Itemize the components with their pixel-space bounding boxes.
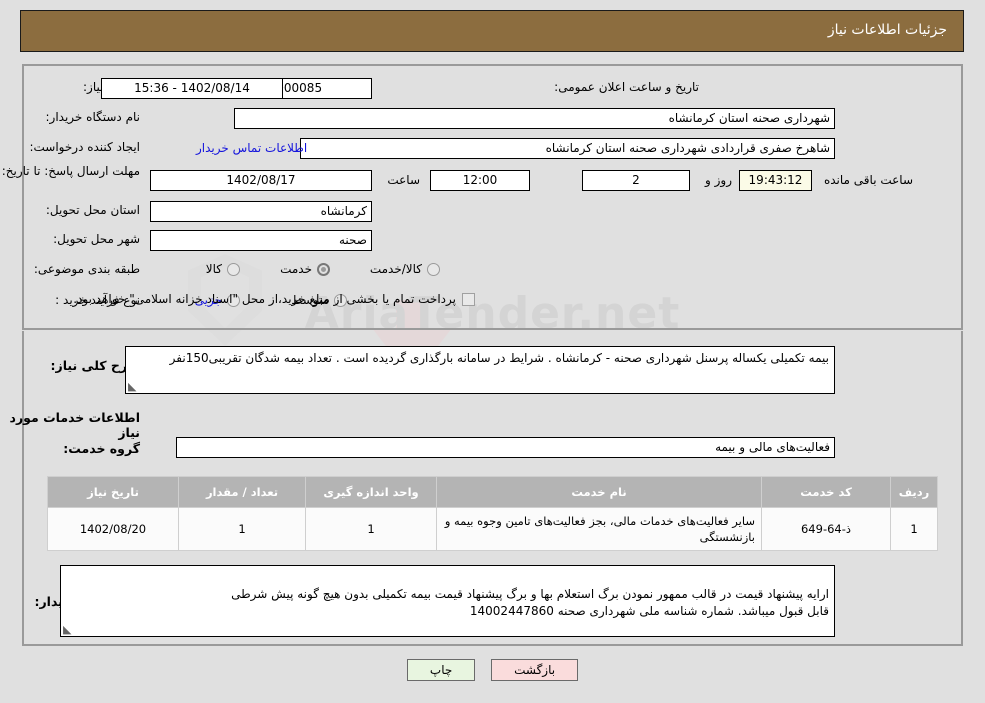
province-field: کرمانشاه xyxy=(150,201,372,222)
category-option-kala-khedmat[interactable]: کالا/خدمت xyxy=(370,262,440,276)
page-title: جزئیات اطلاعات نیاز xyxy=(827,22,947,38)
category-option-kala[interactable]: کالا xyxy=(206,262,240,276)
cell-date: 1402/08/20 xyxy=(47,507,179,551)
summary-textarea[interactable]: بیمه تکمیلی یکساله پرسنل شهرداری صحنه - … xyxy=(125,346,835,394)
city-field: صحنه xyxy=(150,230,372,251)
service-group-label: گروه خدمت: xyxy=(63,441,140,456)
col-code: کد خدمت xyxy=(761,476,891,508)
countdown-timer: 19:43:12 xyxy=(739,170,812,191)
deadline-date-field: 1402/08/17 xyxy=(150,170,372,191)
treasury-payment-checkbox-group[interactable]: پرداخت تمام یا بخشی از مبلغ خرید،از محل … xyxy=(73,292,475,306)
radio-kala-khedmat-icon[interactable] xyxy=(427,262,440,276)
buyer-org-row: نام دستگاه خریدار: xyxy=(46,110,141,124)
province-label: استان محل تحویل: xyxy=(45,203,140,217)
deadline-time-field: 12:00 xyxy=(430,170,530,191)
col-name: نام خدمت xyxy=(436,476,762,508)
deadline-label: مهلت ارسال پاسخ: تا تاریخ: xyxy=(1,164,140,178)
cell-index: 1 xyxy=(890,507,938,551)
services-section-title: اطلاعات خدمات مورد نیاز xyxy=(9,410,140,440)
print-button[interactable]: چاپ xyxy=(406,659,476,681)
cell-quantity: 1 xyxy=(178,507,306,551)
announce-date-row: تاریخ و ساعت اعلان عمومی: xyxy=(554,80,699,94)
page-header-bar: جزئیات اطلاعات نیاز xyxy=(20,10,964,52)
creator-label: ایجاد کننده درخواست: xyxy=(29,140,140,154)
announce-date-field: 1402/08/14 - 15:36 xyxy=(101,78,283,99)
service-group-field: فعالیت‌های مالی و بیمه xyxy=(176,437,835,458)
remaining-days-field: 2 xyxy=(582,170,690,191)
announce-date-label: تاریخ و ساعت اعلان عمومی: xyxy=(554,80,699,94)
action-button-row: بازگشت چاپ xyxy=(0,659,985,681)
col-date: تاریخ نیاز xyxy=(47,476,179,508)
buyer-notes-textarea[interactable]: ارایه پیشنهاد قیمت در قالب ممهور نمودن ب… xyxy=(60,565,835,637)
cell-unit: 1 xyxy=(305,507,437,551)
radio-khedmat-icon[interactable] xyxy=(317,262,330,276)
city-row: شهر محل تحویل: xyxy=(53,232,140,246)
treasury-payment-label: پرداخت تمام یا بخشی از مبلغ خرید،از محل … xyxy=(73,292,456,306)
back-button[interactable]: بازگشت xyxy=(491,659,579,681)
countdown-label: ساعت باقی مانده xyxy=(823,173,913,187)
category-label: طبقه بندی موضوعی: xyxy=(33,262,140,276)
city-label: شهر محل تحویل: xyxy=(53,232,140,246)
treasury-payment-checkbox-icon[interactable] xyxy=(462,292,475,306)
col-unit: واحد اندازه گیری xyxy=(305,476,437,508)
creator-field: شاهرخ صفری قراردادی شهرداری صحنه استان ک… xyxy=(300,138,835,159)
services-table: ردیف کد خدمت نام خدمت واحد اندازه گیری ت… xyxy=(47,476,938,551)
category-option-khedmat[interactable]: خدمت xyxy=(280,262,330,276)
summary-text: بیمه تکمیلی یکساله پرسنل شهرداری صحنه - … xyxy=(169,351,829,365)
creator-row: ایجاد کننده درخواست: xyxy=(29,140,140,154)
table-header-row: ردیف کد خدمت نام خدمت واحد اندازه گیری ت… xyxy=(47,476,938,508)
buyer-contact-link[interactable]: اطلاعات تماس خریدار xyxy=(196,141,307,155)
radio-kala-icon[interactable] xyxy=(227,262,240,276)
buyer-org-field: شهرداری صحنه استان کرمانشاه xyxy=(234,108,835,129)
cell-name: سایر فعالیت‌های خدمات مالی، بجز فعالیت‌ه… xyxy=(436,507,762,551)
days-label: روز و xyxy=(705,173,732,187)
buyer-org-label: نام دستگاه خریدار: xyxy=(45,110,141,124)
resize-grip-icon[interactable]: ◢ xyxy=(128,380,138,393)
table-row: 1 ذ-64-649 سایر فعالیت‌های خدمات مالی، ب… xyxy=(47,507,938,551)
panel-divider xyxy=(22,328,963,330)
buyer-notes-text: ارایه پیشنهاد قیمت در قالب ممهور نمودن ب… xyxy=(231,587,829,618)
col-index: ردیف xyxy=(890,476,938,508)
category-row: طبقه بندی موضوعی: xyxy=(34,262,140,276)
need-info-panel xyxy=(22,64,963,330)
resize-grip-icon-notes[interactable]: ◢ xyxy=(63,623,73,636)
col-quantity: تعداد / مقدار xyxy=(178,476,306,508)
province-row: استان محل تحویل: xyxy=(46,203,140,217)
cell-code: ذ-64-649 xyxy=(761,507,891,551)
hour-label: ساعت xyxy=(387,173,420,187)
